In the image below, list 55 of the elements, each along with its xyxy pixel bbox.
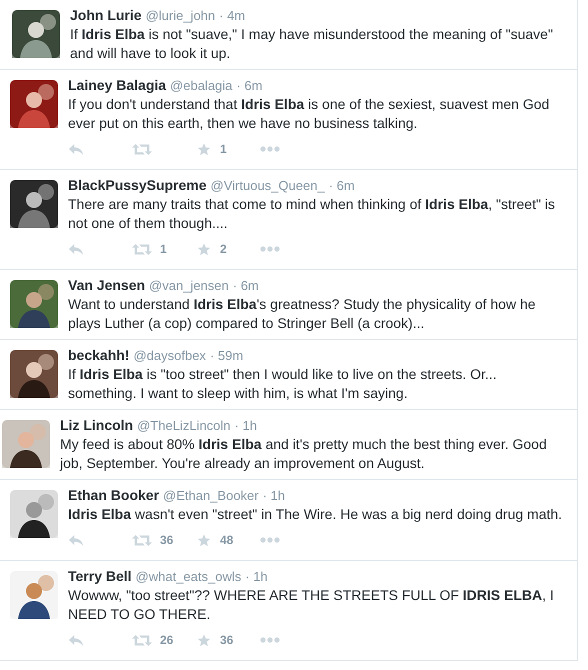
timestamp[interactable]: · 6m — [328, 176, 355, 195]
timestamp[interactable]: · 1h — [262, 486, 286, 505]
more-icon[interactable] — [260, 537, 280, 543]
retweet-count: 1 — [160, 242, 167, 256]
timestamp[interactable]: · 1h — [245, 567, 268, 586]
star-icon[interactable] — [196, 634, 212, 646]
tweet-text: Wowww, "too street"?? WHERE ARE THE STREETS FULL OF IDRIS ELBA, I NEED TO GO THERE. — [68, 586, 555, 624]
more-icon[interactable] — [260, 246, 280, 252]
user-handle[interactable]: @Ethan_Booker — [163, 486, 259, 505]
timestamp[interactable]: · 59m — [210, 346, 244, 365]
user-handle[interactable]: @Virtuous_Queen_ — [210, 176, 325, 195]
user-name[interactable]: BlackPussySupreme — [68, 176, 207, 195]
tweet-text: If you don't understand that Idris Elba is one of the sexiest, suavest men God ever put on this earth, then we have no business talking. — [68, 95, 550, 133]
more-icon[interactable] — [260, 637, 280, 643]
favorite-count: 48 — [220, 533, 234, 547]
star-icon[interactable] — [196, 142, 212, 156]
timestamp[interactable]: · 6m — [232, 276, 259, 295]
timestamp[interactable]: · 1h — [234, 416, 257, 435]
favorite-count: 2 — [220, 242, 227, 256]
timestamp[interactable]: · 4m — [219, 6, 246, 25]
user-name[interactable]: Terry Bell — [68, 567, 132, 586]
reply-icon[interactable] — [68, 242, 84, 256]
user-handle[interactable]: @lurie_john — [146, 6, 216, 25]
retweet-count: 36 — [160, 533, 174, 547]
user-name[interactable]: beckahh! — [68, 346, 130, 365]
tweet-text: If Idris Elba is not "suave," I may have misunderstood the meaning of "suave" and will have to look it up. — [70, 25, 554, 63]
user-name[interactable]: Lainey Balagia — [68, 76, 166, 95]
retweet-icon[interactable] — [132, 634, 152, 646]
user-name[interactable]: Liz Lincoln — [60, 416, 134, 435]
star-icon[interactable] — [196, 534, 212, 546]
tweet-text: If Idris Elba is "too street" then I would like to live on the streets. Or... something. I want to sleep with him, is what I'm saying. — [68, 365, 498, 403]
user-handle[interactable]: @daysofbex — [133, 346, 206, 365]
retweet-icon[interactable] — [132, 534, 152, 546]
user-handle[interactable]: @van_jensen — [149, 276, 229, 295]
timestamp[interactable]: · 6m — [236, 76, 262, 95]
tweet-text: My feed is about 80% Idris Elba and it's pretty much the best thing ever. Good job, September. You're already an improvement on August. — [60, 435, 548, 473]
reply-icon[interactable] — [68, 634, 84, 646]
user-handle[interactable]: @ebalagia — [170, 76, 232, 95]
reply-icon[interactable] — [68, 142, 84, 156]
favorite-count: 1 — [220, 142, 227, 156]
tweet-text: Want to understand Idris Elba's greatness? Study the physicality of how he plays Luther (a cop) compared to Stringer Bell (a crook)... — [68, 295, 537, 333]
retweet-icon[interactable] — [132, 242, 152, 256]
user-handle[interactable]: @TheLizLincoln — [137, 416, 231, 435]
star-icon[interactable] — [196, 242, 212, 256]
retweet-count: 26 — [160, 633, 174, 647]
reply-icon[interactable] — [68, 534, 84, 546]
user-handle[interactable]: @what_eats_owls — [136, 567, 242, 586]
tweet-text: Idris Elba wasn't even "street" in The Wire. He was a big nerd doing drug math. — [68, 505, 564, 524]
favorite-count: 36 — [220, 633, 234, 647]
user-name[interactable]: Ethan Booker — [68, 486, 160, 505]
user-name[interactable]: John Lurie — [70, 6, 142, 25]
user-name[interactable]: Van Jensen — [68, 276, 146, 295]
more-icon[interactable] — [260, 146, 280, 152]
tweet-text: There are many traits that come to mind when thinking of Idris Elba, "street" is not one of them though.... — [68, 195, 556, 233]
retweet-icon[interactable] — [132, 142, 152, 156]
